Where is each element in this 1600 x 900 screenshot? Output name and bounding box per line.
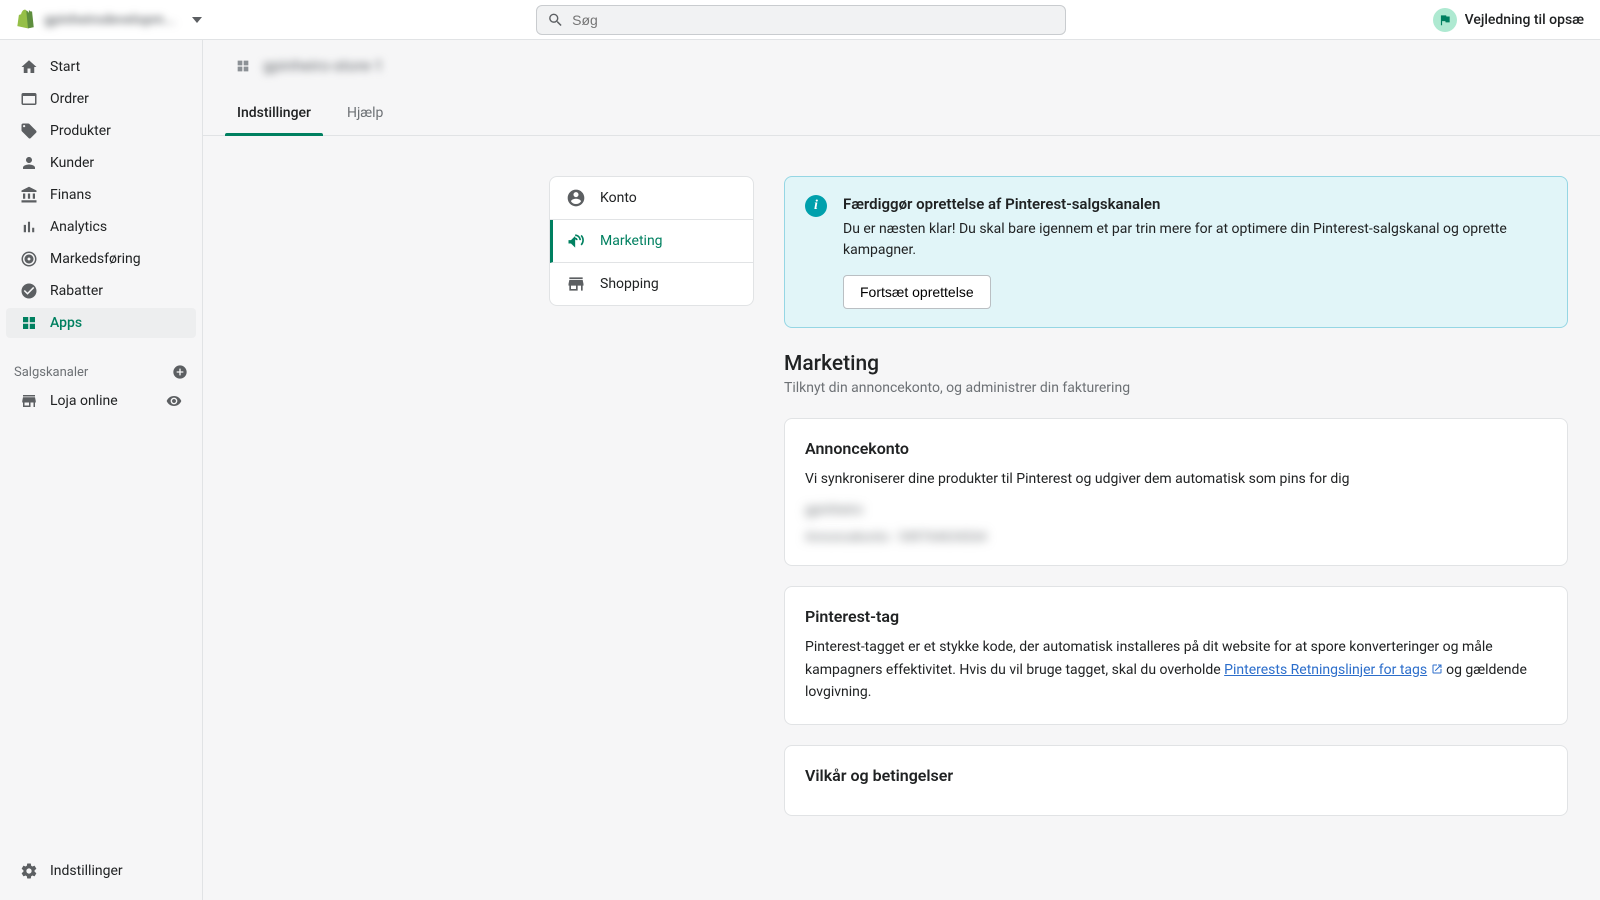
banner-title: Færdiggør oprettelse af Pinterest-salgsk… (843, 195, 1547, 213)
settings-subnav: Konto Marketing Shopping (549, 176, 754, 306)
subnav-marketing[interactable]: Marketing (550, 220, 753, 263)
top-bar: gpinheirodevelopm... Vejledning til opsæ (0, 0, 1600, 40)
search-input[interactable] (572, 12, 1055, 28)
banner-body: Færdiggør oprettelse af Pinterest-salgsk… (843, 195, 1547, 309)
subnav-label: Konto (600, 190, 637, 206)
nav-label: Kunder (50, 155, 94, 171)
subnav-shopping[interactable]: Shopping (550, 263, 753, 305)
tabs: Indstillinger Hjælp (203, 91, 1600, 136)
shopify-logo-icon (16, 9, 36, 31)
megaphone-icon (566, 231, 586, 251)
nav-online-store[interactable]: Loja online (6, 386, 196, 416)
home-icon (20, 58, 38, 76)
breadcrumb: gpinheiro-store-1 (235, 56, 1568, 91)
plus-icon[interactable] (172, 364, 188, 380)
card-desc: Vi synkroniserer dine produkter til Pint… (805, 468, 1547, 490)
account-icon (566, 188, 586, 208)
nav-label: Start (50, 59, 80, 75)
tag-icon (20, 122, 38, 140)
channels-label: Salgskanaler (14, 365, 88, 380)
nav-marketing[interactable]: Markedsføring (6, 244, 196, 274)
gear-icon (20, 862, 38, 880)
ad-account-card: Annoncekonto Vi synkroniserer dine produ… (784, 418, 1568, 566)
tab-settings[interactable]: Indstillinger (235, 91, 313, 135)
orders-icon (20, 90, 38, 108)
flag-icon (1438, 13, 1452, 27)
nav-products[interactable]: Produkter (6, 116, 196, 146)
target-icon (20, 250, 38, 268)
card-title: Annoncekonto (805, 439, 1547, 458)
page-header: gpinheiro-store-1 (203, 40, 1600, 91)
continue-setup-button[interactable]: Fortsæt oprettelse (843, 275, 991, 309)
tag-guidelines-link[interactable]: Pinterests Retningslinjer for tags (1224, 662, 1427, 678)
info-banner: i Færdiggør oprettelse af Pinterest-salg… (784, 176, 1568, 328)
person-icon (20, 154, 38, 172)
search-wrap (536, 5, 1066, 35)
nav-analytics[interactable]: Analytics (6, 212, 196, 242)
subnav-account[interactable]: Konto (550, 177, 753, 220)
nav-label: Rabatter (50, 283, 103, 299)
setup-guide-badge[interactable] (1433, 8, 1457, 32)
main-content: gpinheiro-store-1 Indstillinger Hjælp Ko… (203, 40, 1600, 900)
nav-label: Apps (50, 315, 82, 331)
pinterest-tag-card: Pinterest-tag Pinterest-tagget er et sty… (784, 586, 1568, 724)
nav-label: Produkter (50, 123, 111, 139)
nav-label: Analytics (50, 219, 107, 235)
nav-label: Markedsføring (50, 251, 141, 267)
analytics-icon (20, 218, 38, 236)
setup-guide-label[interactable]: Vejledning til opsæ (1465, 12, 1584, 28)
breadcrumb-text: gpinheiro-store-1 (263, 56, 383, 75)
nav-label: Finans (50, 187, 91, 203)
content-column: i Færdiggør oprettelse af Pinterest-salg… (784, 176, 1568, 836)
banner-text: Du er næsten klar! Du skal bare igennem … (843, 219, 1547, 261)
section-title-marketing: Marketing (784, 352, 1568, 376)
eye-icon[interactable] (166, 393, 182, 409)
info-icon: i (805, 195, 827, 217)
terms-card: Vilkår og betingelser (784, 745, 1568, 816)
tab-help[interactable]: Hjælp (345, 91, 385, 135)
content: Konto Marketing Shopping i Færdiggør opr… (203, 136, 1600, 868)
sidebar: Start Ordrer Produkter Kunder Finans Ana… (0, 40, 203, 900)
channels-header: Salgskanaler (0, 358, 202, 386)
nav-label: Loja online (50, 393, 118, 409)
nav-settings[interactable]: Indstillinger (6, 856, 196, 886)
search-icon (547, 11, 564, 29)
chevron-down-icon[interactable] (192, 17, 202, 23)
subnav-label: Marketing (600, 233, 663, 249)
nav-discounts[interactable]: Rabatter (6, 276, 196, 306)
apps-icon (235, 58, 251, 74)
storefront-icon (566, 274, 586, 294)
nav-label: Ordrer (50, 91, 89, 107)
card-title: Pinterest-tag (805, 607, 1547, 626)
nav-home[interactable]: Start (6, 52, 196, 82)
nav-customers[interactable]: Kunder (6, 148, 196, 178)
card-desc: Pinterest-tagget er et stykke kode, der … (805, 636, 1547, 703)
nav-finance[interactable]: Finans (6, 180, 196, 210)
nav-apps[interactable]: Apps (6, 308, 196, 338)
search-box[interactable] (536, 5, 1066, 35)
nav-orders[interactable]: Ordrer (6, 84, 196, 114)
external-link-icon (1431, 660, 1443, 672)
store-name[interactable]: gpinheirodevelopm... (44, 12, 176, 28)
discount-icon (20, 282, 38, 300)
apps-icon (20, 314, 38, 332)
account-name-blurred: gpinheiro (805, 502, 1547, 518)
topbar-left: gpinheirodevelopm... (16, 9, 536, 31)
subnav-label: Shopping (600, 276, 659, 292)
bank-icon (20, 186, 38, 204)
section-subtitle-marketing: Tilknyt din annoncekonto, og administrer… (784, 380, 1568, 396)
store-icon (20, 392, 38, 410)
card-title: Vilkår og betingelser (805, 766, 1547, 785)
account-id-blurred: Annoncekonto - 549764634264 (805, 530, 1547, 545)
nav-label: Indstillinger (50, 863, 123, 879)
topbar-right: Vejledning til opsæ (1433, 8, 1584, 32)
